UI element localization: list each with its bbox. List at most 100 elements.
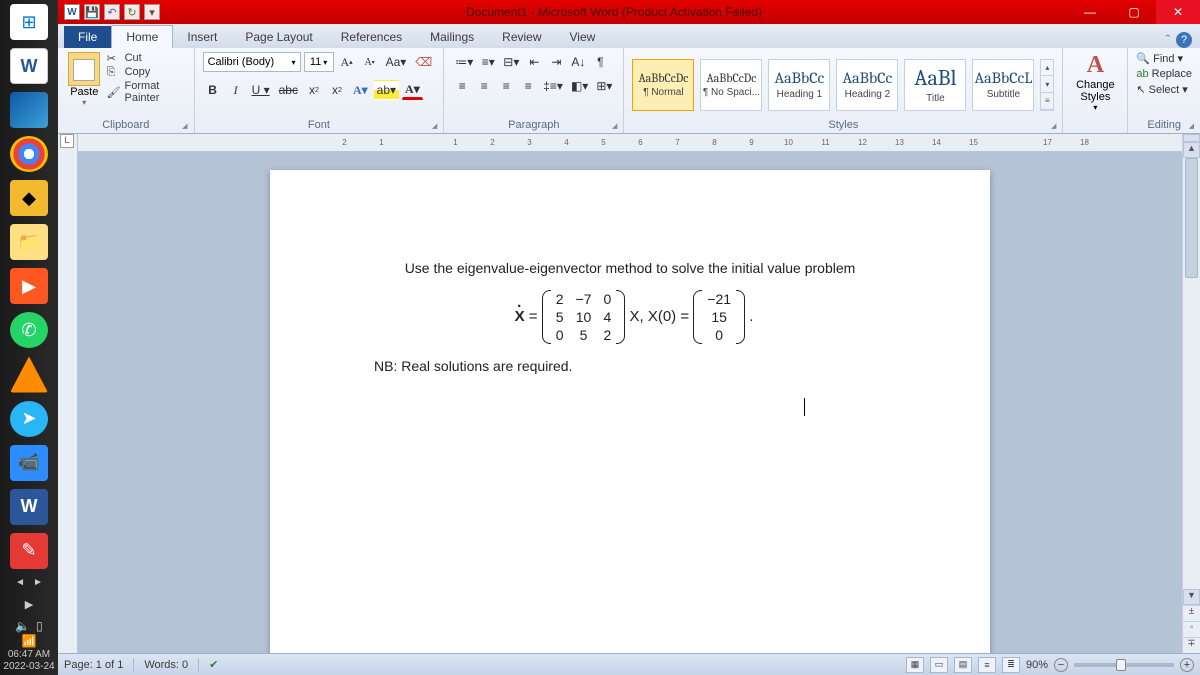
volume-icon[interactable]: 🔈 <box>15 619 30 633</box>
vertical-scrollbar[interactable]: ▲ ▼ ± ◦ ∓ <box>1182 134 1200 653</box>
next-page[interactable]: ∓ <box>1183 637 1200 653</box>
multilevel-button[interactable]: ⊟▾ <box>500 52 522 72</box>
format-painter-button[interactable]: 🖌Format Painter <box>107 80 186 104</box>
superscript-button[interactable]: x2 <box>327 80 347 100</box>
styles-more[interactable]: ▴▾≡ <box>1040 59 1054 111</box>
start-button[interactable]: ⊞ <box>10 4 48 40</box>
sort-button[interactable]: A↓ <box>568 52 588 72</box>
change-case-button[interactable]: Aa▾ <box>383 52 410 72</box>
align-right-button[interactable]: ≡ <box>496 76 516 96</box>
select-button[interactable]: ↖Select ▾ <box>1136 83 1192 96</box>
tab-review[interactable]: Review <box>488 26 555 48</box>
web-layout-view[interactable]: ▤ <box>954 657 972 673</box>
page-status[interactable]: Page: 1 of 1 <box>64 659 123 671</box>
zoom-level[interactable]: 90% <box>1026 659 1048 671</box>
decrease-indent-button[interactable]: ⇤ <box>524 52 544 72</box>
cut-button[interactable]: ✂Cut <box>107 52 186 64</box>
highlight-button[interactable]: ab▾ <box>374 80 399 100</box>
text-effects-button[interactable]: A▾ <box>350 80 371 100</box>
draft-view[interactable]: ≣ <box>1002 657 1020 673</box>
help-icon[interactable]: ? <box>1176 32 1192 48</box>
paste-button[interactable]: Paste <box>70 86 98 98</box>
split-handle[interactable] <box>1183 134 1200 142</box>
tab-mailings[interactable]: Mailings <box>416 26 488 48</box>
vlc-icon[interactable] <box>10 356 48 392</box>
tab-view[interactable]: View <box>556 26 610 48</box>
borders-button[interactable]: ⊞▾ <box>593 76 615 96</box>
style-heading-2[interactable]: AaBbCcHeading 2 <box>836 59 898 111</box>
italic-button[interactable]: I <box>226 80 246 100</box>
music-app-icon[interactable]: ▶ <box>10 268 48 304</box>
maximize-button[interactable]: ▢ <box>1112 0 1156 24</box>
undo-qat[interactable]: ↶ <box>104 4 120 20</box>
fullscreen-view[interactable]: ▭ <box>930 657 948 673</box>
clock-date[interactable]: 2022-03-24 <box>0 661 58 672</box>
shading-button[interactable]: ◧▾ <box>568 76 591 96</box>
minimize-button[interactable]: — <box>1068 0 1112 24</box>
minimize-ribbon-icon[interactable]: ˆ <box>1166 32 1170 48</box>
save-qat[interactable]: 💾 <box>84 4 100 20</box>
zoom-out[interactable]: − <box>1054 658 1068 672</box>
style-title[interactable]: AaBlTitle <box>904 59 966 111</box>
print-layout-view[interactable]: ▦ <box>906 657 924 673</box>
style---no-spaci---[interactable]: AaBbCcDc¶ No Spaci... <box>700 59 762 111</box>
underline-button[interactable]: U ▾ <box>249 80 273 100</box>
tab-references[interactable]: References <box>327 26 416 48</box>
shrink-font-button[interactable]: A▾ <box>360 52 380 72</box>
font-size-combo[interactable]: 11▾ <box>304 52 334 72</box>
browse-object[interactable]: ◦ <box>1183 621 1200 637</box>
word-taskbar-icon[interactable]: W <box>10 48 48 84</box>
style-subtitle[interactable]: AaBbCcLSubtitle <box>972 59 1034 111</box>
horizontal-ruler[interactable]: 211234567891011121314151718 <box>78 134 1182 152</box>
network-icon[interactable]: 📶 <box>22 634 37 648</box>
change-styles-button[interactable]: A Change Styles ▾ <box>1071 52 1119 112</box>
numbering-button[interactable]: ≡▾ <box>478 52 498 72</box>
tab-file[interactable]: File <box>64 26 111 48</box>
zoom-icon[interactable]: 📹 <box>10 445 48 481</box>
replace-button[interactable]: abReplace <box>1136 68 1192 80</box>
zoom-in[interactable]: + <box>1180 658 1194 672</box>
whatsapp-icon[interactable]: ✆ <box>10 312 48 348</box>
style-heading-1[interactable]: AaBbCcHeading 1 <box>768 59 830 111</box>
qat-customize[interactable]: ▾ <box>144 4 160 20</box>
scroll-thumb[interactable] <box>1185 158 1198 278</box>
bullets-button[interactable]: ≔▾ <box>452 52 476 72</box>
style---normal[interactable]: AaBbCcDc¶ Normal <box>632 59 694 111</box>
font-color-button[interactable]: A▾ <box>402 80 423 100</box>
acrobat-icon[interactable]: ✎ <box>10 533 48 569</box>
vertical-ruler[interactable]: L <box>58 134 78 653</box>
word-app-icon[interactable]: W <box>64 4 80 20</box>
outline-view[interactable]: ≡ <box>978 657 996 673</box>
taskbar-expand[interactable]: ▶ <box>6 598 52 610</box>
proofing-icon[interactable]: ✔ <box>209 658 218 671</box>
tab-page-layout[interactable]: Page Layout <box>231 26 326 48</box>
close-button[interactable]: ✕ <box>1156 0 1200 24</box>
word-running-icon[interactable]: W <box>10 489 48 525</box>
bold-button[interactable]: B <box>203 80 223 100</box>
show-marks-button[interactable]: ¶ <box>590 52 610 72</box>
paste-icon[interactable] <box>68 52 100 86</box>
strikethrough-button[interactable]: abc <box>276 80 301 100</box>
prev-page[interactable]: ± <box>1183 605 1200 621</box>
tab-selector[interactable]: L <box>60 134 74 148</box>
clear-formatting-button[interactable]: ⌫ <box>412 52 435 72</box>
scroll-up[interactable]: ▲ <box>1183 142 1200 158</box>
document-canvas[interactable]: Use the eigenvalue-eigenvector method to… <box>78 152 1182 653</box>
align-left-button[interactable]: ≡ <box>452 76 472 96</box>
clock-time[interactable]: 06:47 AM <box>0 649 58 660</box>
redo-qat[interactable]: ↻ <box>124 4 140 20</box>
grow-font-button[interactable]: A▴ <box>337 52 357 72</box>
binance-icon[interactable]: ◆ <box>10 180 48 216</box>
page[interactable]: Use the eigenvalue-eigenvector method to… <box>270 170 990 653</box>
tab-insert[interactable]: Insert <box>173 26 231 48</box>
tab-home[interactable]: Home <box>111 25 173 48</box>
paste-dropdown[interactable]: ▾ <box>82 98 86 107</box>
system-tray[interactable]: 🔈▯ 📶 06:47 AM 2022-03-24 <box>0 618 58 675</box>
zoom-slider[interactable] <box>1074 663 1174 667</box>
scroll-down[interactable]: ▼ <box>1183 589 1200 605</box>
edge-icon[interactable] <box>10 92 48 128</box>
line-spacing-button[interactable]: ‡≡▾ <box>540 76 566 96</box>
telegram-icon[interactable]: ➤ <box>10 401 48 437</box>
copy-button[interactable]: ⎘Copy <box>107 66 186 78</box>
word-count[interactable]: Words: 0 <box>144 659 188 671</box>
